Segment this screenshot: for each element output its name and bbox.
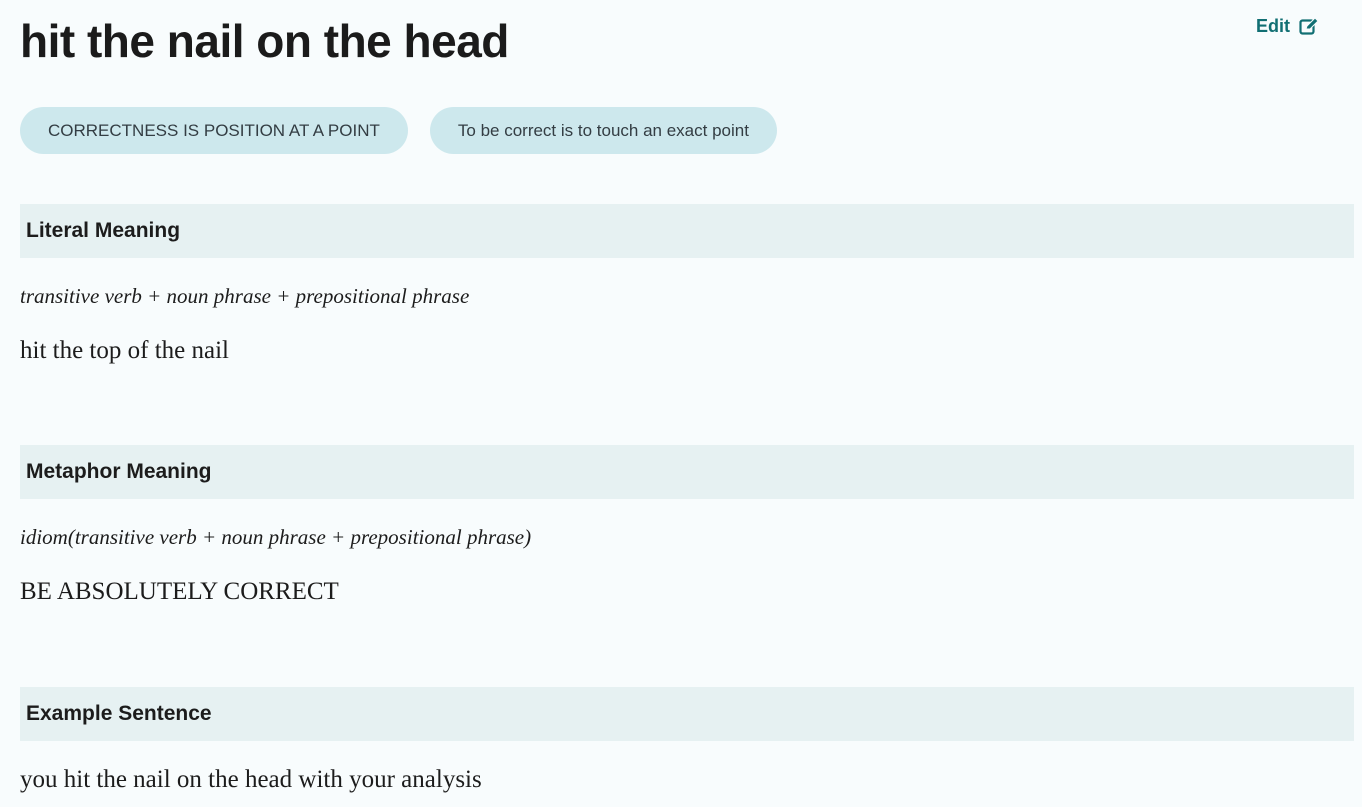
metaphor-grammar: idiom(transitive verb + noun phrase + pr… <box>20 525 532 549</box>
tag-cognitive-metaphor[interactable]: CORRECTNESS IS POSITION AT A POINT <box>20 107 408 154</box>
metaphor-meaning-heading: Metaphor Meaning <box>20 445 1354 499</box>
tag-row: CORRECTNESS IS POSITION AT A POINT To be… <box>20 107 777 154</box>
literal-grammar: transitive verb + noun phrase + preposit… <box>20 284 470 308</box>
example-sentence-heading: Example Sentence <box>20 687 1354 741</box>
edit-link[interactable]: Edit <box>1256 14 1319 38</box>
edit-icon <box>1299 17 1319 35</box>
edit-label: Edit <box>1256 15 1290 36</box>
literal-meaning-text: hit the top of the nail <box>20 337 229 364</box>
literal-meaning-heading: Literal Meaning <box>20 204 1354 258</box>
tag-metaphor-description[interactable]: To be correct is to touch an exact point <box>429 107 777 154</box>
example-sentence-text: you hit the nail on the head with your a… <box>20 766 482 793</box>
metaphor-meaning-text: BE ABSOLUTELY CORRECT <box>20 578 339 605</box>
page-title: hit the nail on the head <box>20 15 509 67</box>
